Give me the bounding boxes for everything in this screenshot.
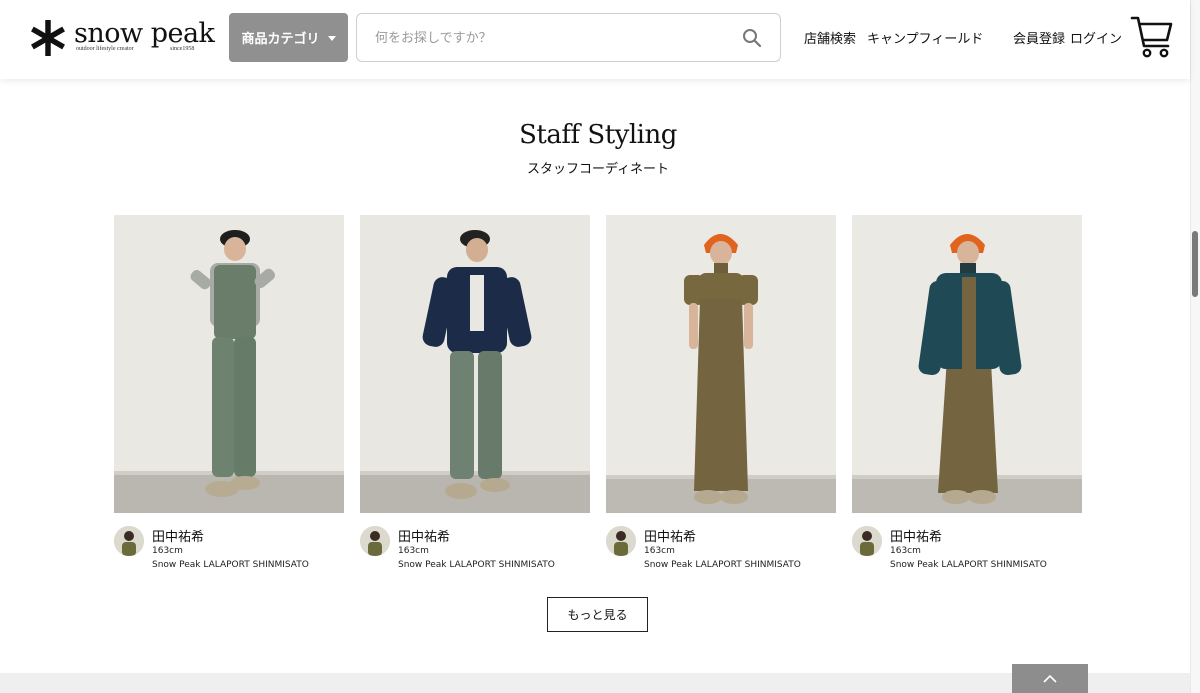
styling-photo[interactable] xyxy=(606,215,836,513)
search-icon[interactable] xyxy=(742,28,762,48)
snow-peak-logo[interactable]: snow peak outdoor lifestyle creator sinc… xyxy=(28,14,215,60)
staff-store: Snow Peak LALAPORT SHINMISATO xyxy=(152,560,309,570)
page-top-button[interactable] xyxy=(1012,664,1088,693)
scrollbar-track[interactable] xyxy=(1190,0,1200,693)
logo-wordmark: snow peak xyxy=(74,18,215,49)
styling-photo[interactable] xyxy=(360,215,590,513)
avatar xyxy=(606,526,636,556)
chevron-up-icon xyxy=(1043,674,1057,683)
styling-card[interactable]: 田中祐希 163cm Snow Peak LALAPORT SHINMISATO xyxy=(114,215,344,575)
staff-store: Snow Peak LALAPORT SHINMISATO xyxy=(644,560,801,570)
staff-name: 田中祐希 xyxy=(398,530,451,545)
avatar xyxy=(360,526,390,556)
staff-store: Snow Peak LALAPORT SHINMISATO xyxy=(890,560,1047,570)
search-bar xyxy=(356,13,781,62)
nav-login[interactable]: ログイン xyxy=(1070,28,1122,47)
staff-height: 163cm xyxy=(398,546,429,556)
staff-height: 163cm xyxy=(152,546,183,556)
category-button-label: 商品カテゴリ xyxy=(241,32,320,47)
staff-name: 田中祐希 xyxy=(152,530,205,545)
styling-photo[interactable] xyxy=(852,215,1082,513)
search-input[interactable] xyxy=(373,24,733,52)
staff-name: 田中祐希 xyxy=(890,530,943,545)
nav-camp-field[interactable]: キャンプフィールド xyxy=(867,28,983,47)
avatar xyxy=(114,526,144,556)
styling-card[interactable]: 田中祐希 163cm Snow Peak LALAPORT SHINMISATO xyxy=(360,215,590,575)
more-button[interactable]: もっと見る xyxy=(547,597,648,632)
styling-card[interactable]: 田中祐希 163cm Snow Peak LALAPORT SHINMISATO xyxy=(606,215,836,575)
styling-photo[interactable] xyxy=(114,215,344,513)
logo-tagline: outdoor lifestyle creator xyxy=(76,46,134,52)
site-header: snow peak outdoor lifestyle creator sinc… xyxy=(0,0,1190,79)
snowflake-logo-icon xyxy=(31,20,65,56)
chevron-down-icon xyxy=(327,36,336,41)
section-title: Staff Styling xyxy=(519,120,677,150)
category-dropdown-button[interactable]: 商品カテゴリ xyxy=(229,13,348,62)
nav-register[interactable]: 会員登録 xyxy=(1013,28,1065,47)
nav-store-search[interactable]: 店舗検索 xyxy=(804,28,856,47)
section-subtitle: スタッフコーディネート xyxy=(526,162,670,177)
staff-height: 163cm xyxy=(890,546,921,556)
staff-store: Snow Peak LALAPORT SHINMISATO xyxy=(398,560,555,570)
logo-since: since1958 xyxy=(170,46,195,52)
cart-icon[interactable] xyxy=(1130,14,1174,60)
scrollbar-thumb[interactable] xyxy=(1192,231,1198,297)
styling-card[interactable]: 田中祐希 163cm Snow Peak LALAPORT SHINMISATO xyxy=(852,215,1082,575)
staff-height: 163cm xyxy=(644,546,675,556)
avatar xyxy=(852,526,882,556)
staff-name: 田中祐希 xyxy=(644,530,697,545)
